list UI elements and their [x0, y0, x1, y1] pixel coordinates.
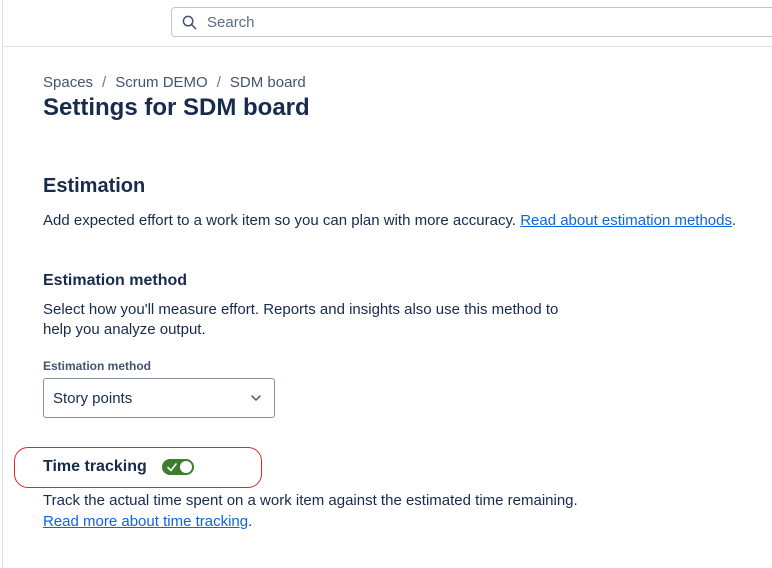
search-input[interactable] — [205, 12, 709, 32]
estimation-heading: Estimation — [43, 175, 146, 197]
estimation-method-select[interactable]: Story points — [43, 378, 275, 418]
breadcrumb-spaces[interactable]: Spaces — [43, 74, 93, 91]
estimation-method-heading: Estimation method — [43, 272, 188, 289]
time-tracking-description-text: Track the actual time spent on a work it… — [43, 492, 578, 509]
search-icon — [182, 15, 197, 29]
time-tracking-row: Time tracking — [43, 458, 194, 476]
page-title: Settings for SDM board — [43, 94, 310, 121]
breadcrumb-board[interactable]: SDM board — [230, 74, 306, 91]
estimation-description-text: Add expected effort to a work item so yo… — [43, 212, 517, 229]
estimation-method-field-label: Estimation method — [43, 359, 152, 373]
time-tracking-description: Track the actual time spent on a work it… — [43, 490, 578, 532]
time-tracking-link-suffix: . — [248, 513, 253, 530]
time-tracking-link[interactable]: Read more about time tracking — [43, 513, 248, 530]
search-box[interactable] — [171, 7, 772, 37]
estimation-method-selected-value: Story points — [53, 389, 133, 407]
time-tracking-toggle[interactable] — [161, 459, 194, 475]
estimation-description: Add expected effort to a work item so yo… — [43, 212, 736, 229]
breadcrumb-project[interactable]: Scrum DEMO — [115, 74, 208, 91]
time-tracking-heading: Time tracking — [43, 458, 147, 475]
toggle-knob — [179, 461, 192, 473]
estimation-methods-link[interactable]: Read about estimation methods — [520, 212, 732, 229]
breadcrumb: Spaces / Scrum DEMO / SDM board — [43, 74, 306, 91]
top-bar — [3, 0, 772, 47]
breadcrumb-separator: / — [102, 74, 107, 91]
left-divider — [2, 0, 3, 568]
check-icon — [166, 463, 177, 472]
chevron-down-icon — [251, 395, 261, 401]
estimation-link-suffix: . — [731, 212, 737, 229]
breadcrumb-separator: / — [216, 74, 221, 91]
estimation-method-description: Select how you'll measure effort. Report… — [43, 301, 559, 338]
